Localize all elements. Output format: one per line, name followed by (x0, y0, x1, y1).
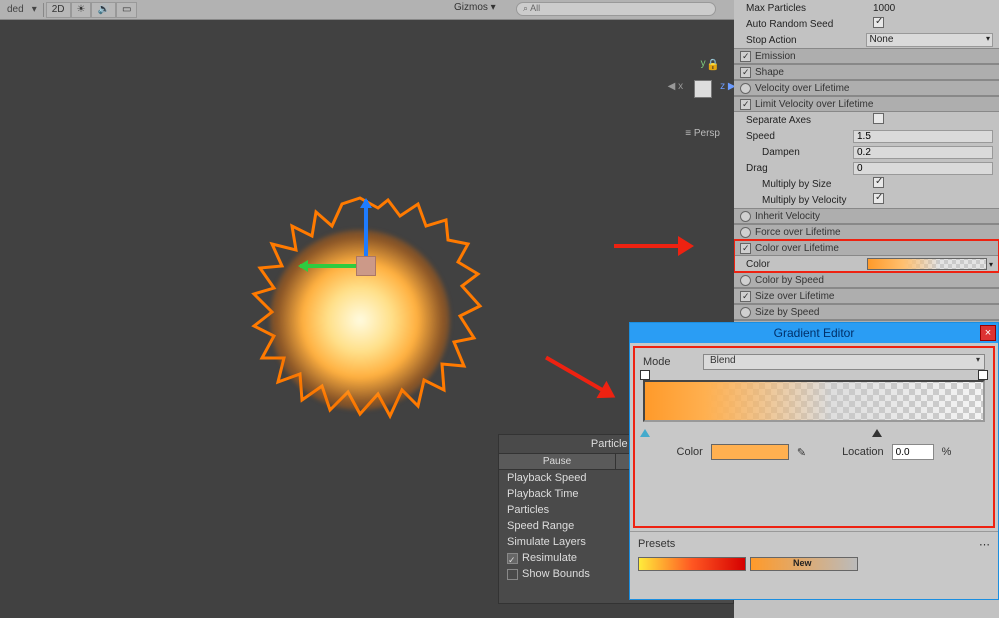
dropdown-caret[interactable]: ▾ (28, 4, 41, 15)
module-velocity[interactable]: Velocity over Lifetime (734, 80, 999, 96)
sepaxes-checkbox[interactable] (873, 113, 884, 124)
gizmo-y-axis[interactable] (364, 200, 368, 260)
presets-section: Presets ⋯ (630, 531, 998, 575)
module-force[interactable]: Force over Lifetime (734, 224, 999, 240)
gradient-body-highlight: Mode Blend Color ✎ Location % (633, 346, 995, 528)
dampen-field[interactable] (853, 146, 993, 159)
speed-field[interactable] (853, 130, 993, 143)
search-icon: ⌕ (523, 3, 528, 13)
color-label: Color (677, 446, 703, 458)
module-color-lifetime[interactable]: Color over Lifetime (734, 240, 999, 256)
gradient-strip-wrap (643, 380, 985, 422)
location-label: Location (842, 446, 884, 458)
axis-x[interactable]: ◀ x (668, 81, 683, 92)
module-size-speed[interactable]: Size by Speed (734, 304, 999, 320)
autoseed-checkbox[interactable] (873, 17, 884, 28)
separator (43, 3, 44, 17)
eyedropper-icon[interactable]: ✎ (797, 446, 806, 459)
module-inherit[interactable]: Inherit Velocity (734, 208, 999, 224)
preset-1[interactable] (638, 557, 746, 571)
color-over-lifetime-highlight: Color over Lifetime Color▾ (734, 240, 999, 272)
audio-icon[interactable]: 🔊 (91, 2, 115, 18)
stop-action-row: Stop ActionNone (734, 32, 999, 48)
speed-row: Speed (734, 128, 999, 144)
dropdown-caret[interactable]: ▾ (989, 260, 993, 269)
gizmos-dropdown[interactable]: Gizmos ▾ (454, 2, 496, 13)
module-limit-velocity[interactable]: Limit Velocity over Lifetime (734, 96, 999, 112)
multsize-checkbox[interactable] (873, 177, 884, 188)
gizmo-x-axis[interactable] (300, 264, 360, 268)
module-emission[interactable]: Emission (734, 48, 999, 64)
window-title[interactable]: Gradient Editor × (630, 323, 998, 343)
preset-new[interactable] (750, 557, 858, 571)
tab-label: ded (3, 4, 28, 15)
annotation-arrow-1 (614, 236, 704, 256)
separate-axes-row: Separate Axes (734, 112, 999, 128)
stop-action-dropdown[interactable]: None (866, 33, 994, 47)
percent-label: % (942, 446, 952, 458)
max-particles-row: Max Particles1000 (734, 0, 999, 16)
drag-field[interactable] (853, 162, 993, 175)
multvel-checkbox[interactable] (873, 193, 884, 204)
alpha-stop-right[interactable] (978, 370, 988, 380)
gradient-editor-window: Gradient Editor × Mode Blend Color ✎ Loc… (629, 322, 999, 600)
presets-menu-icon[interactable]: ⋯ (979, 538, 990, 551)
pause-button[interactable]: Pause (499, 454, 616, 469)
module-size-lifetime[interactable]: Size over Lifetime (734, 288, 999, 304)
fx-icon[interactable]: ▭ (116, 2, 137, 18)
multvel-row: Multiply by Velocity (734, 192, 999, 208)
resimulate-checkbox[interactable] (507, 553, 518, 564)
axis-y[interactable]: y (701, 58, 706, 69)
gradient-strip[interactable] (643, 380, 985, 422)
auto-random-seed-row: Auto Random Seed (734, 16, 999, 32)
color-swatch[interactable] (711, 444, 789, 460)
showbounds-checkbox[interactable] (507, 569, 518, 580)
color-row: Color▾ (734, 256, 999, 272)
orientation-gizmo[interactable]: 🔒 y ◀ x z ▶ ≡ Persp (685, 58, 720, 139)
lock-icon[interactable]: 🔒 (706, 58, 720, 71)
color-gradient-swatch[interactable] (867, 258, 987, 270)
mode-label: Mode (643, 356, 703, 368)
view-cube-center[interactable] (694, 80, 712, 98)
hierarchy-search[interactable]: ⌕ All (516, 2, 716, 16)
presets-label: Presets (638, 538, 675, 551)
dampen-row: Dampen (734, 144, 999, 160)
alpha-stop-left[interactable] (640, 370, 650, 380)
close-button[interactable]: × (980, 325, 996, 341)
module-color-speed[interactable]: Color by Speed (734, 272, 999, 288)
particle-explosion[interactable] (230, 190, 490, 450)
color-stop-mid[interactable] (872, 424, 882, 434)
color-stop-left[interactable] (640, 424, 650, 434)
mode-dropdown[interactable]: Blend (703, 354, 985, 370)
module-shape[interactable]: Shape (734, 64, 999, 80)
drag-row: Drag (734, 160, 999, 176)
axis-z[interactable]: z ▶ (720, 81, 734, 92)
transform-gizmo[interactable] (350, 250, 380, 280)
light-icon[interactable]: ☀ (71, 2, 92, 18)
gizmo-center[interactable] (356, 256, 376, 276)
multsize-row: Multiply by Size (734, 176, 999, 192)
2d-toggle[interactable]: 2D (46, 2, 71, 18)
location-field[interactable] (892, 444, 934, 460)
projection-label[interactable]: ≡ Persp (685, 128, 720, 139)
